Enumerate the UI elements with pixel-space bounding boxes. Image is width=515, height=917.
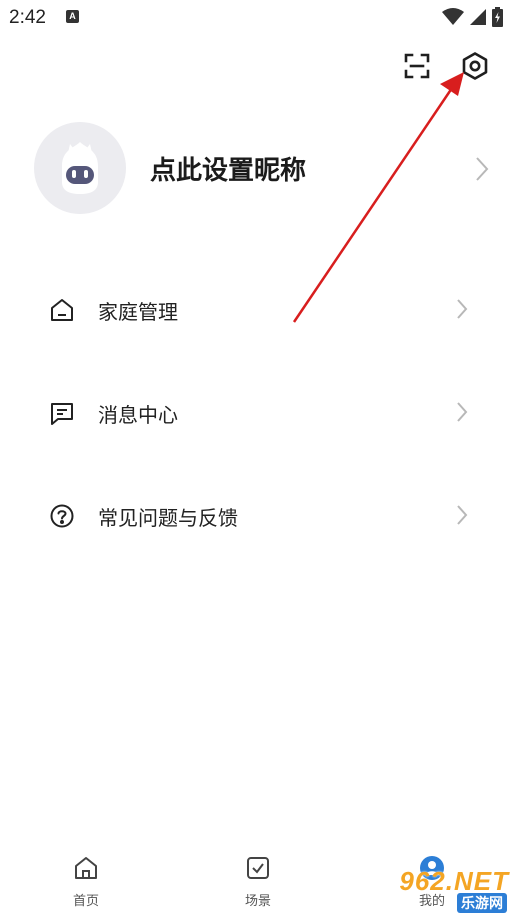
message-icon: [51, 403, 73, 425]
status-bar: 2:42 A: [0, 0, 515, 36]
status-time: 2:42: [9, 7, 46, 28]
watermark: 962.NET 乐游网: [377, 866, 509, 913]
menu-item-label: 消息中心: [98, 403, 178, 427]
nickname-label: 点此设置昵称: [150, 156, 307, 186]
scene-tab-icon: [247, 857, 269, 879]
menu-item-message-center[interactable]: 消息中心: [48, 383, 468, 443]
menu-item-home-management[interactable]: 家庭管理: [48, 280, 468, 340]
notification-icon: A: [66, 10, 79, 23]
home-icon: [51, 299, 73, 321]
tab-home[interactable]: 首页: [46, 850, 126, 909]
wifi-icon: [442, 8, 464, 25]
watermark-subtitle: 乐游网: [457, 893, 507, 913]
toolbar: [401, 50, 491, 82]
chevron-right-icon: [457, 402, 468, 422]
tab-label: 场景: [244, 894, 271, 909]
help-icon: [50, 504, 74, 528]
battery-charging-icon: [492, 7, 503, 27]
menu-item-label: 家庭管理: [98, 300, 178, 324]
scan-icon[interactable]: [401, 50, 433, 82]
home-tab-icon: [75, 857, 97, 879]
chevron-right-icon: [457, 505, 468, 525]
signal-icon: [470, 9, 486, 25]
menu-item-label: 常见问题与反馈: [98, 506, 238, 530]
avatar[interactable]: [34, 122, 126, 214]
chevron-right-icon: [457, 299, 468, 319]
status-icons: [442, 7, 503, 27]
tab-scenes[interactable]: 场景: [218, 850, 298, 909]
profile-header[interactable]: 点此设置昵称: [34, 122, 489, 218]
tab-label: 首页: [72, 894, 99, 909]
robot-avatar-icon: [62, 142, 98, 194]
chevron-right-icon: [476, 157, 489, 181]
settings-icon[interactable]: [459, 50, 491, 82]
menu-item-faq-feedback[interactable]: 常见问题与反馈: [48, 486, 468, 546]
